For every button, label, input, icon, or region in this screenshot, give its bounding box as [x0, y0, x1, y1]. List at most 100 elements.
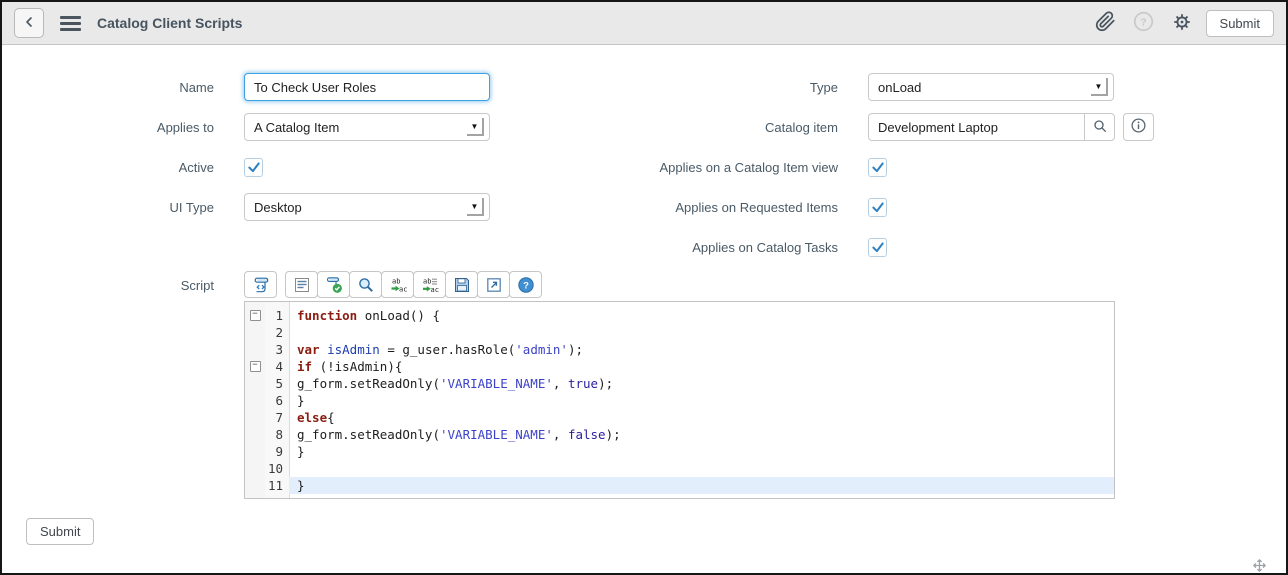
format-code-button[interactable]	[244, 271, 277, 298]
fold-gutter	[245, 341, 265, 358]
code-token: );	[598, 376, 614, 391]
catalog-item-lookup-button[interactable]	[1084, 113, 1115, 141]
active-row: Active	[2, 147, 644, 187]
applies-on-requested-items-checkbox[interactable]	[868, 197, 887, 217]
ui-type-row: UI Type Desktop ▼	[2, 187, 644, 227]
name-label: Name	[179, 79, 214, 95]
syntax-check-button[interactable]	[317, 271, 350, 298]
code-line-3[interactable]: 3 var isAdmin = g_user.hasRole('admin');	[245, 341, 1114, 358]
code-token: function	[297, 308, 358, 323]
replace-button[interactable]: ab ac	[381, 271, 414, 298]
comment-icon	[293, 276, 311, 294]
applies-on-catalog-tasks-row: Applies on Catalog Tasks	[644, 227, 1286, 267]
editor-help-button[interactable]: ?	[509, 271, 542, 298]
help-button[interactable]: ?	[1130, 9, 1158, 37]
active-checkbox[interactable]	[244, 157, 263, 177]
code-text[interactable]	[289, 460, 1114, 477]
svg-text:ab: ab	[392, 277, 400, 285]
applies-on-catalog-item-view-checkbox[interactable]	[868, 157, 887, 177]
fold-gutter	[245, 392, 265, 409]
attachment-icon	[1095, 11, 1116, 35]
code-text[interactable]: }	[289, 477, 1114, 494]
chevron-down-icon: ▼	[467, 198, 484, 216]
fold-gutter	[245, 409, 265, 426]
code-token: g_form.setReadOnly(	[297, 376, 440, 391]
menu-icon[interactable]	[60, 15, 81, 31]
attachment-button[interactable]	[1092, 9, 1120, 37]
svg-text:?: ?	[523, 280, 529, 291]
catalog-item-row: Catalog item	[644, 107, 1286, 147]
fold-gutter[interactable]: −	[245, 358, 265, 375]
line-number: 2	[275, 325, 283, 340]
code-text[interactable]: g_form.setReadOnly('VARIABLE_NAME', fals…	[289, 426, 1114, 443]
applies-on-requested-items-row: Applies on Requested Items	[644, 187, 1286, 227]
catalog-item-input[interactable]	[868, 113, 1084, 141]
chevron-down-icon: ▼	[1091, 78, 1108, 96]
code-text[interactable]: if (!isAdmin){	[289, 358, 1114, 375]
code-line-4[interactable]: − 4 if (!isAdmin){	[245, 358, 1114, 375]
code-line-8[interactable]: 8 g_form.setReadOnly('VARIABLE_NAME', fal…	[245, 426, 1114, 443]
code-text[interactable]: var isAdmin = g_user.hasRole('admin');	[289, 341, 1114, 358]
back-button[interactable]	[14, 8, 44, 38]
code-token: ,	[552, 376, 568, 391]
replace-all-icon: ab ac	[421, 276, 439, 294]
ui-type-label: UI Type	[169, 199, 214, 215]
type-row: Type onLoad ▼	[644, 67, 1286, 107]
code-lines: − 1 function onLoad() {2 3 var isAdmin = g_u…	[245, 307, 1114, 494]
find-button[interactable]	[349, 271, 382, 298]
code-token: var	[297, 342, 320, 357]
settings-button[interactable]	[1168, 9, 1196, 37]
active-label: Active	[178, 159, 214, 175]
comment-button[interactable]	[285, 271, 318, 298]
save-button[interactable]	[445, 271, 478, 298]
code-text[interactable]: else{	[289, 409, 1114, 426]
line-number: 6	[275, 393, 283, 408]
code-token: );	[567, 342, 584, 357]
code-text[interactable]	[289, 324, 1114, 341]
code-text[interactable]: g_form.setReadOnly('VARIABLE_NAME', true…	[289, 375, 1114, 392]
code-line-11[interactable]: 11}	[245, 477, 1114, 494]
code-text[interactable]: }	[289, 392, 1114, 409]
header-bar: Catalog Client Scripts ? Submit	[2, 2, 1286, 45]
ui-type-select[interactable]: Desktop ▼	[244, 193, 490, 221]
code-line-5[interactable]: 5 g_form.setReadOnly('VARIABLE_NAME', tru…	[245, 375, 1114, 392]
applies-to-value: A Catalog Item	[254, 119, 340, 135]
form-column-left: Name Applies to A Catalog Item ▼ Active …	[2, 67, 644, 267]
applies-to-select[interactable]: A Catalog Item ▼	[244, 113, 490, 141]
page-title: Catalog Client Scripts	[97, 15, 243, 31]
back-icon	[21, 14, 37, 33]
fold-gutter	[245, 426, 265, 443]
fold-gutter	[245, 443, 265, 460]
script-section: Script ab ac ab ac? −1 function onLoad() {2 3…	[2, 271, 1286, 499]
replace-all-button[interactable]: ab ac	[413, 271, 446, 298]
line-number: 4	[275, 359, 283, 374]
fold-gutter	[245, 375, 265, 392]
code-token: {	[327, 410, 335, 425]
fold-collapse-icon[interactable]: −	[249, 361, 261, 372]
code-line-7[interactable]: 7 else{	[245, 409, 1114, 426]
code-token: if	[297, 359, 313, 374]
code-line-9[interactable]: 9}	[245, 443, 1114, 460]
pop-out-button[interactable]	[477, 271, 510, 298]
form-body: Name Applies to A Catalog Item ▼ Active …	[2, 45, 1286, 545]
line-number: 3	[275, 342, 283, 357]
code-line-1[interactable]: − 1 function onLoad() {	[245, 307, 1114, 324]
script-label: Script	[180, 278, 214, 293]
name-input[interactable]	[244, 73, 490, 101]
fold-collapse-icon[interactable]: −	[249, 310, 261, 321]
script-editor[interactable]: − 1 function onLoad() {2 3 var isAdmin = g_u…	[244, 301, 1115, 499]
code-token: false	[567, 427, 606, 442]
footer-submit-button[interactable]: Submit	[26, 518, 95, 545]
fold-gutter[interactable]: −	[245, 307, 265, 324]
catalog-item-info-button[interactable]	[1123, 113, 1154, 141]
code-line-2[interactable]: 2	[245, 324, 1114, 341]
applies-on-catalog-tasks-checkbox[interactable]	[868, 237, 887, 257]
code-text[interactable]: }	[289, 443, 1114, 460]
type-select[interactable]: onLoad ▼	[868, 73, 1114, 101]
code-text[interactable]: function onLoad() {	[289, 307, 1114, 324]
code-line-10[interactable]: 10	[245, 460, 1114, 477]
code-line-6[interactable]: 6}	[245, 392, 1114, 409]
header-submit-button[interactable]: Submit	[1205, 9, 1274, 37]
replace-icon: ab ac	[389, 276, 407, 294]
